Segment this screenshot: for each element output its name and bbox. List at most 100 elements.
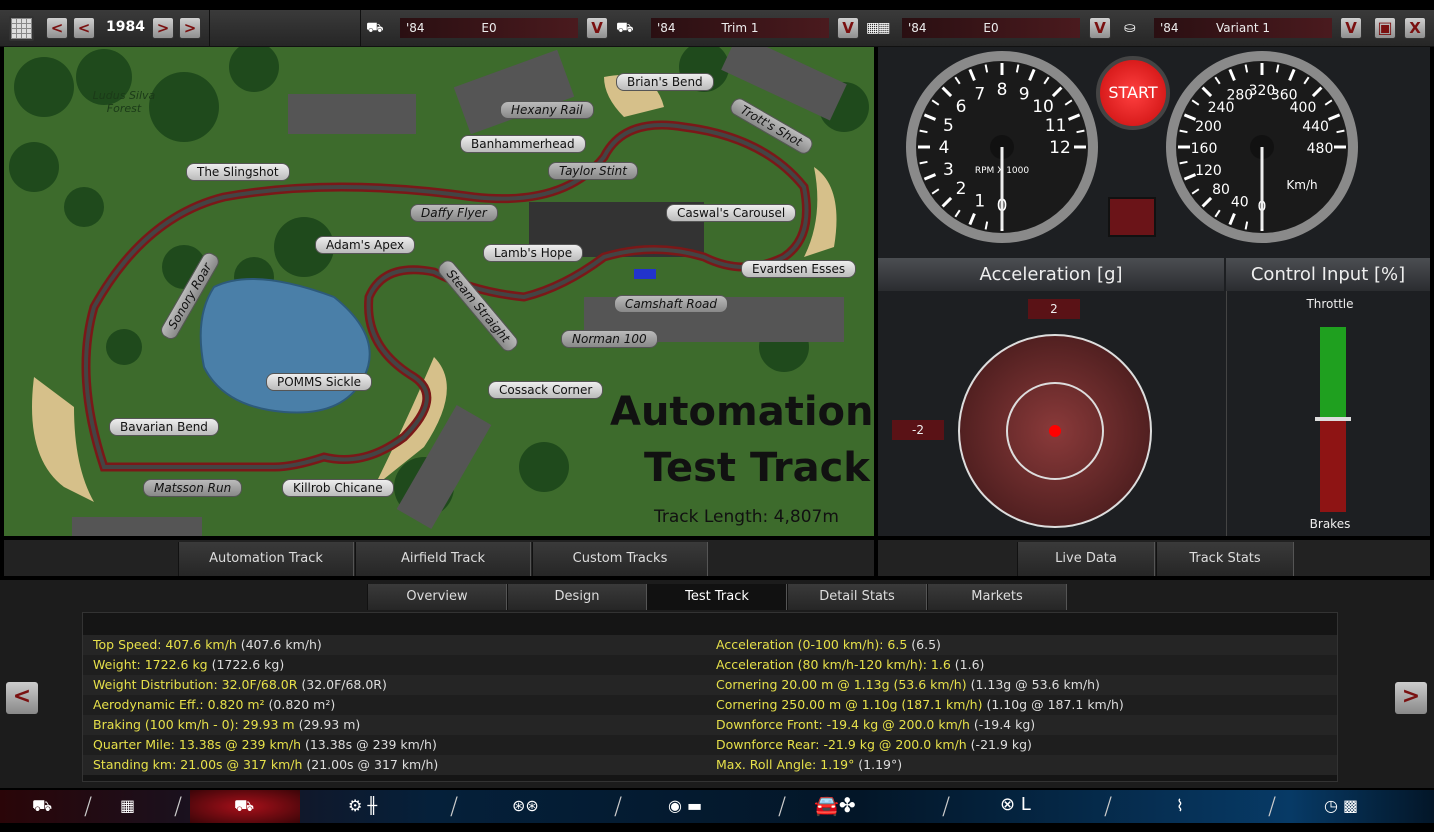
next-year-fast-button[interactable]: > (179, 17, 201, 39)
tab-automation-track[interactable]: Automation Track (178, 542, 354, 576)
stat-row: Quarter Mile: 13.38s @ 239 km/h (13.38s … (83, 735, 1337, 755)
stat-previous: (32.0F/68.0R) (297, 677, 387, 692)
accel-left-label: -2 (892, 420, 944, 440)
gauge-tick-label: 40 (1231, 195, 1249, 211)
stat-left: Weight Distribution: 32.0F/68.0R (32.0F/… (93, 675, 387, 695)
stat-previous: (1722.6 kg) (207, 657, 285, 672)
corner-label[interactable]: Matsson Run (143, 479, 243, 497)
stat-value: Standing km: 21.00s @ 317 km/h (93, 757, 303, 772)
stat-value: Braking (100 km/h - 0): 29.93 m (93, 717, 295, 732)
track-map[interactable]: Ludus Silva Forest Brian's Bend Hexany R… (4, 47, 874, 536)
corner-label[interactable]: Killrob Chicane (282, 479, 394, 497)
stat-value: Top Speed: 407.6 km/h (93, 637, 237, 652)
test-track-icon[interactable]: ◷ ▩ (1324, 796, 1358, 815)
corner-label[interactable]: Daffy Flyer (410, 204, 498, 222)
gauge-tick-label: 11 (1045, 116, 1067, 136)
data-tabs: Live Data Track Stats (878, 540, 1430, 576)
wheels-icon[interactable]: ⊛⊛ (512, 796, 539, 815)
engine-dropdown-button[interactable]: V (1089, 17, 1111, 39)
accel-top-label: 2 (1028, 299, 1080, 319)
corner-label[interactable]: Caswal's Carousel (666, 204, 797, 222)
corner-label[interactable]: Taylor Stint (548, 162, 638, 180)
corner-label[interactable]: Camshaft Road (614, 295, 729, 313)
tab-detail-stats[interactable]: Detail Stats (787, 584, 927, 610)
corner-label[interactable]: POMMS Sickle (266, 373, 373, 391)
gauge-tick-label: 200 (1195, 119, 1222, 135)
tab-overview[interactable]: Overview (367, 584, 507, 610)
prev-year-fast-button[interactable]: < (46, 17, 68, 39)
tab-track-stats[interactable]: Track Stats (1156, 542, 1294, 576)
stat-left: Aerodynamic Eff.: 0.820 m² (0.820 m²) (93, 695, 335, 715)
corner-label[interactable]: Adam's Apex (315, 236, 416, 254)
tab-test-track[interactable]: Test Track (647, 584, 787, 610)
trim-select[interactable]: '84 Trim 1 (651, 18, 829, 38)
next-page-button[interactable]: > (1395, 682, 1427, 714)
corner-label[interactable]: Lamb's Hope (483, 244, 584, 262)
forest-label: Ludus Silva Forest (92, 89, 156, 115)
gauge-tick-label: 2 (956, 179, 967, 199)
stat-row: Aerodynamic Eff.: 0.820 m² (0.820 m²) Cor… (83, 695, 1337, 715)
stat-value: Acceleration (80 km/h-120 km/h): 1.6 (716, 657, 951, 672)
design-nav-bar: ⛟ / ▦ / ⛟ ⚙ ╫ / ⊛⊛ / ◉ ▬ / 🚘✤ / ⊗ L / ⌇ / ◷ ▩ (0, 790, 1434, 823)
brakes-label: Brakes (1309, 517, 1351, 531)
stat-value: Downforce Rear: -21.9 kg @ 200.0 km/h (716, 737, 967, 752)
tab-markets[interactable]: Markets (927, 584, 1067, 610)
map-title-line2: Test Track (644, 445, 870, 491)
prev-page-button[interactable]: < (6, 682, 38, 714)
gauge-tick-label: 4 (939, 138, 950, 158)
engine-select[interactable]: '84 E0 (902, 18, 1080, 38)
tab-custom-tracks[interactable]: Custom Tracks (532, 542, 708, 576)
car-body-icon: ⛟ (366, 20, 384, 36)
suspension-icon[interactable]: ⌇ (1176, 796, 1184, 815)
stat-right: Acceleration (0-100 km/h): 6.5 (6.5) (716, 635, 941, 655)
gauge-tick-label: 10 (1032, 97, 1054, 117)
trim-icon[interactable]: ⛟ (234, 796, 254, 817)
corner-label[interactable]: Bavarian Bend (109, 418, 219, 436)
calendar-icon[interactable] (9, 16, 34, 41)
aero-cooling-icon[interactable]: 🚘✤ (814, 793, 856, 817)
close-button[interactable]: X (1404, 17, 1426, 39)
save-icon[interactable]: ▣ (1374, 17, 1396, 39)
gearbox-icon[interactable]: ⚙ ╫ (348, 796, 377, 815)
tab-airfield-track[interactable]: Airfield Track (355, 542, 531, 576)
car-body-icon[interactable]: ⛟ (32, 796, 52, 817)
gauge-tick-label: 8 (997, 80, 1008, 100)
acceleration-title: Acceleration [g] (878, 258, 1224, 291)
stat-right: Cornering 250.00 m @ 1.10g (187.1 km/h) … (716, 695, 1124, 715)
trim-dropdown-button[interactable]: V (837, 17, 859, 39)
corner-label[interactable]: Brian's Bend (616, 73, 714, 91)
stat-value: Aerodynamic Eff.: 0.820 m² (93, 697, 265, 712)
stat-previous: (21.00s @ 317 km/h) (302, 757, 439, 772)
stat-right: Max. Roll Angle: 1.19° (1.19°) (716, 755, 902, 775)
corner-label[interactable]: Evardsen Esses (741, 260, 857, 278)
brakes-icon[interactable]: ◉ ▬ (668, 796, 702, 815)
corner-label[interactable]: Banhammerhead (460, 135, 586, 153)
start-button[interactable]: START (1096, 56, 1170, 130)
corner-label[interactable]: Cossack Corner (488, 381, 604, 399)
variant-select[interactable]: '84 Variant 1 (1154, 18, 1332, 38)
variant-dropdown-button[interactable]: V (1340, 17, 1362, 39)
trim-icon: ⛟ (616, 20, 634, 36)
tab-design[interactable]: Design (507, 584, 647, 610)
next-year-button[interactable]: > (152, 17, 174, 39)
stat-value: Weight Distribution: 32.0F/68.0R (93, 677, 298, 692)
stat-value: Quarter Mile: 13.38s @ 239 km/h (93, 737, 301, 752)
select-value: Variant 1 (1215, 21, 1270, 35)
engine-icon[interactable]: ▦ (120, 796, 135, 815)
prev-year-button[interactable]: < (73, 17, 95, 39)
stat-left: Weight: 1722.6 kg (1722.6 kg) (93, 655, 284, 675)
gauge-tick-label: 160 (1191, 141, 1218, 157)
corner-label[interactable]: Hexany Rail (500, 101, 594, 119)
gauge-tick-label: 12 (1049, 138, 1071, 158)
select-value: Trim 1 (721, 21, 759, 35)
tab-live-data[interactable]: Live Data (1017, 542, 1155, 576)
tachometer: 0123456789101112RPM X 1000 (906, 51, 1098, 243)
body-dropdown-button[interactable]: V (586, 17, 608, 39)
stat-left: Standing km: 21.00s @ 317 km/h (21.00s @… (93, 755, 438, 775)
stat-right: Cornering 20.00 m @ 1.13g (53.6 km/h) (1… (716, 675, 1100, 695)
variant-icon: ⛀ (1124, 20, 1136, 36)
corner-label[interactable]: The Slingshot (186, 163, 290, 181)
body-select[interactable]: '84 E0 (400, 18, 578, 38)
corner-label[interactable]: Norman 100 (561, 330, 658, 348)
interior-icon[interactable]: ⊗ L (1000, 794, 1031, 815)
